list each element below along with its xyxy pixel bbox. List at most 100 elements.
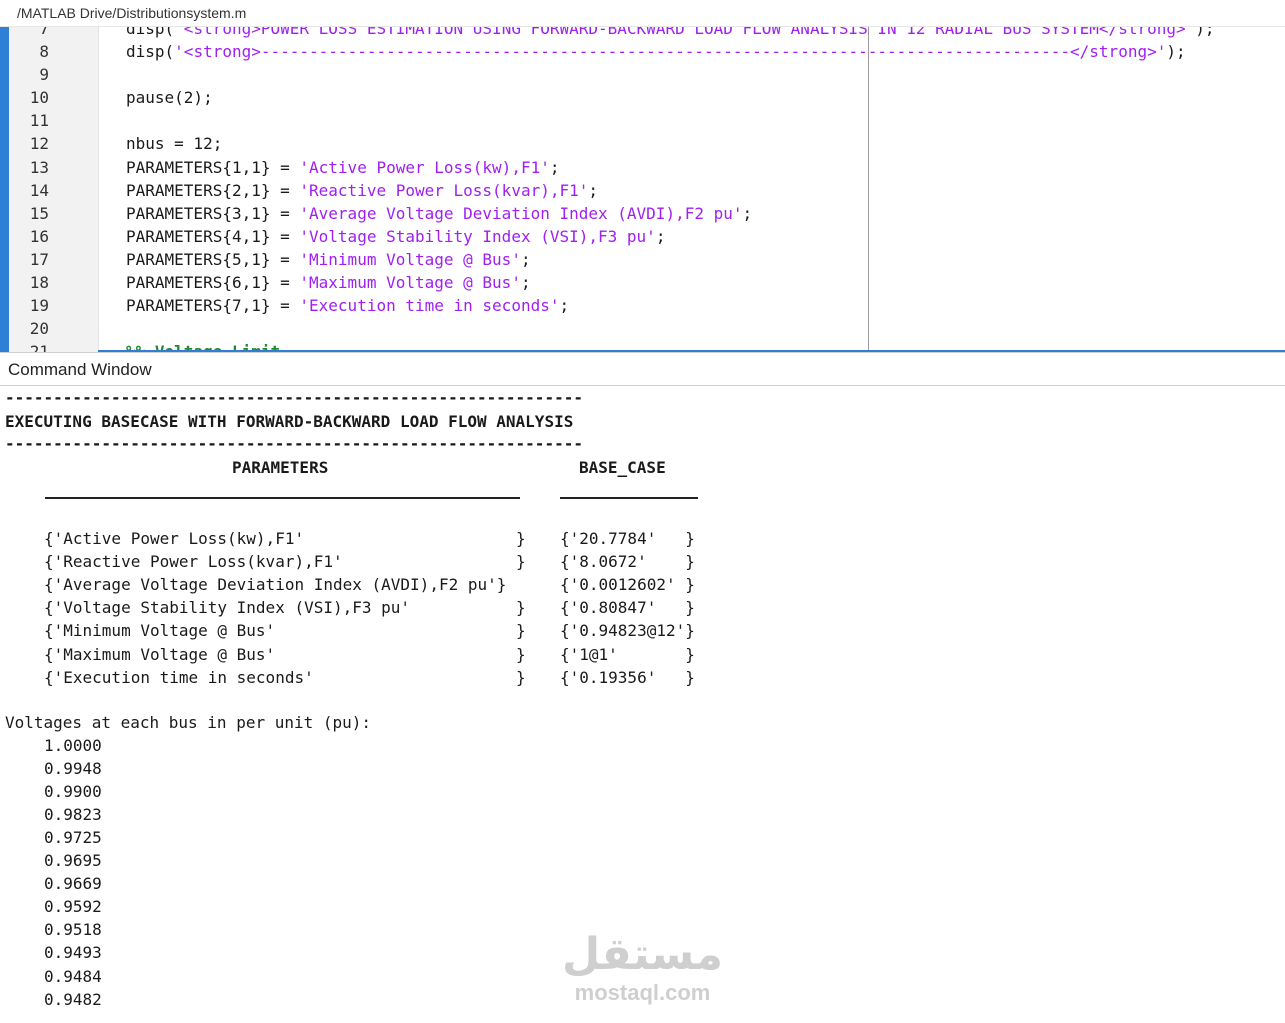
line-number: 18 — [29, 273, 49, 293]
code-line[interactable]: 19 PARAMETERS{7,1} = 'Execution time in s… — [0, 294, 1285, 317]
parameter-cell: {'Minimum Voltage @ Bus' } — [44, 621, 526, 641]
code-line[interactable]: 7 disp('<strong>POWER LOSS ESTIMATION USI… — [0, 27, 1285, 40]
base-case-cell: {'0.0012602' } — [560, 575, 695, 595]
line-number: 14 — [29, 180, 49, 200]
string-literal: 'Average Voltage Deviation Index (AVDI),… — [299, 203, 743, 223]
parameter-cell: {'Reactive Power Loss(kvar),F1' } — [44, 552, 526, 572]
base-case-cell: {'0.80847' } — [560, 598, 695, 618]
code-text[interactable]: PARAMETERS{5,1} = 'Minimum Voltage @ Bus… — [126, 248, 531, 271]
string-literal: '<strong>-------------------------------… — [174, 42, 1167, 62]
line-number: 16 — [29, 226, 49, 246]
watermark-arabic: مستقل — [562, 929, 723, 980]
code-token: ; — [520, 273, 531, 293]
code-token: ; — [742, 203, 753, 223]
code-line[interactable]: 8 disp('<strong>-------------------------… — [0, 40, 1285, 63]
command-window-output[interactable]: ----------------------------------------… — [0, 385, 1285, 1023]
string-literal: 'Execution time in seconds' — [299, 296, 560, 316]
string-literal: 'Minimum Voltage @ Bus' — [299, 249, 521, 269]
bus-voltage-value: 0.9695 — [44, 851, 102, 871]
string-literal: 'Reactive Power Loss(kvar),F1' — [299, 180, 589, 200]
code-line[interactable]: 12 nbus = 12; — [0, 132, 1285, 155]
bus-voltage-value: 0.9725 — [44, 828, 102, 848]
code-line[interactable]: 10 pause(2); — [0, 86, 1285, 109]
string-literal: 'Active Power Loss(kw),F1' — [299, 157, 550, 177]
base-case-cell: {'1@1' } — [560, 644, 695, 664]
code-text[interactable]: PARAMETERS{7,1} = 'Execution time in sec… — [126, 294, 569, 317]
execution-heading: EXECUTING BASECASE WITH FORWARD-BACKWARD… — [5, 412, 574, 431]
code-text[interactable]: PARAMETERS{2,1} = 'Reactive Power Loss(k… — [126, 179, 598, 202]
code-text[interactable]: PARAMETERS{3,1} = 'Average Voltage Devia… — [126, 202, 752, 225]
code-line[interactable]: 13 PARAMETERS{1,1} = 'Active Power Loss(k… — [0, 156, 1285, 179]
line-number: 17 — [29, 249, 49, 269]
code-line[interactable]: 17 PARAMETERS{5,1} = 'Minimum Voltage @ B… — [0, 248, 1285, 271]
code-editor[interactable]: 7 disp('<strong>POWER LOSS ESTIMATION USI… — [0, 27, 1285, 352]
code-text[interactable]: disp('<strong>POWER LOSS ESTIMATION USIN… — [126, 27, 1215, 40]
code-line[interactable]: 20 — [0, 317, 1285, 340]
parameter-cell: {'Voltage Stability Index (VSI),F3 pu' } — [44, 598, 526, 618]
code-line[interactable]: 14 PARAMETERS{2,1} = 'Reactive Power Loss… — [0, 179, 1285, 202]
code-line[interactable]: 15 PARAMETERS{3,1} = 'Average Voltage Dev… — [0, 202, 1285, 225]
line-number: 21 — [29, 342, 49, 352]
code-line[interactable]: 18 PARAMETERS{6,1} = 'Maximum Voltage @ B… — [0, 271, 1285, 294]
column-header-base-case: BASE_CASE — [579, 458, 666, 477]
code-token: ); — [1195, 27, 1215, 38]
code-text[interactable]: PARAMETERS{6,1} = 'Maximum Voltage @ Bus… — [126, 271, 531, 294]
code-line[interactable]: 9 — [0, 63, 1285, 86]
bus-voltage-value: 0.9482 — [44, 989, 102, 1009]
code-token: ); — [1166, 42, 1186, 62]
code-token: ; — [520, 249, 531, 269]
code-token: PARAMETERS{1,1} = — [126, 157, 300, 177]
code-token: PARAMETERS{2,1} = — [126, 180, 300, 200]
parameter-cell: {'Active Power Loss(kw),F1' } — [44, 529, 526, 548]
bus-voltage-value: 0.9484 — [44, 966, 102, 986]
parameter-cell: {'Average Voltage Deviation Index (AVDI)… — [44, 575, 507, 595]
bus-voltage-value: 0.9518 — [44, 920, 102, 940]
bus-voltage-value: 0.9669 — [44, 874, 102, 894]
code-text[interactable]: pause(2); — [126, 86, 213, 109]
code-text[interactable]: nbus = 12; — [126, 132, 222, 155]
code-line[interactable]: 16 PARAMETERS{4,1} = 'Voltage Stability I… — [0, 225, 1285, 248]
code-token: ; — [655, 226, 666, 246]
code-text[interactable]: disp('<strong>--------------------------… — [126, 40, 1186, 63]
line-number: 13 — [29, 157, 49, 177]
line-number: 19 — [29, 296, 49, 316]
editor-tab-bar: /MATLAB Drive/Distributionsystem.m — [0, 0, 1285, 27]
line-number: 15 — [29, 203, 49, 223]
line-number: 20 — [29, 319, 49, 339]
code-token: disp( — [126, 27, 175, 38]
code-text[interactable]: PARAMETERS{1,1} = 'Active Power Loss(kw)… — [126, 156, 559, 179]
code-token: disp( — [126, 42, 175, 62]
line-number: 9 — [39, 65, 49, 85]
file-path-tab[interactable]: /MATLAB Drive/Distributionsystem.m — [17, 5, 246, 21]
bus-voltage-value: 0.9900 — [44, 782, 102, 802]
bus-voltage-value: 0.9823 — [44, 805, 102, 825]
code-token: PARAMETERS{4,1} = — [126, 226, 300, 246]
code-line[interactable]: 11 — [0, 109, 1285, 132]
command-window-title: Command Window — [8, 360, 152, 379]
voltages-label: Voltages at each bus in per unit (pu): — [5, 713, 372, 732]
command-window-header: Command Window — [0, 352, 1285, 386]
dash-separator-top: ----------------------------------------… — [5, 388, 583, 407]
column-header-parameters: PARAMETERS — [232, 458, 329, 477]
string-literal: '<strong>POWER LOSS ESTIMATION USING FOR… — [174, 27, 1196, 38]
line-number: 7 — [39, 27, 49, 38]
parameters-underline — [45, 497, 520, 499]
code-token: ; — [588, 180, 599, 200]
code-token: PARAMETERS{3,1} = — [126, 203, 300, 223]
parameter-cell: {'Execution time in seconds' } — [44, 667, 526, 687]
code-token: PARAMETERS{5,1} = — [126, 249, 300, 269]
code-token: PARAMETERS{6,1} = — [126, 273, 300, 293]
code-lines[interactable]: 7 disp('<strong>POWER LOSS ESTIMATION USI… — [0, 27, 1285, 352]
code-token: ; — [549, 157, 560, 177]
code-token: ; — [559, 296, 570, 316]
base-case-cell: {'0.19356' } — [560, 667, 695, 687]
bus-voltage-value: 0.9592 — [44, 897, 102, 917]
bus-voltage-value: 0.9493 — [44, 943, 102, 963]
right-margin-ruler — [868, 27, 869, 352]
code-text[interactable]: PARAMETERS{4,1} = 'Voltage Stability Ind… — [126, 225, 665, 248]
string-literal: 'Maximum Voltage @ Bus' — [299, 273, 521, 293]
line-number: 10 — [29, 88, 49, 108]
base-case-cell: {'0.94823@12'} — [560, 621, 695, 641]
line-number: 11 — [29, 111, 49, 131]
line-number: 12 — [29, 134, 49, 154]
